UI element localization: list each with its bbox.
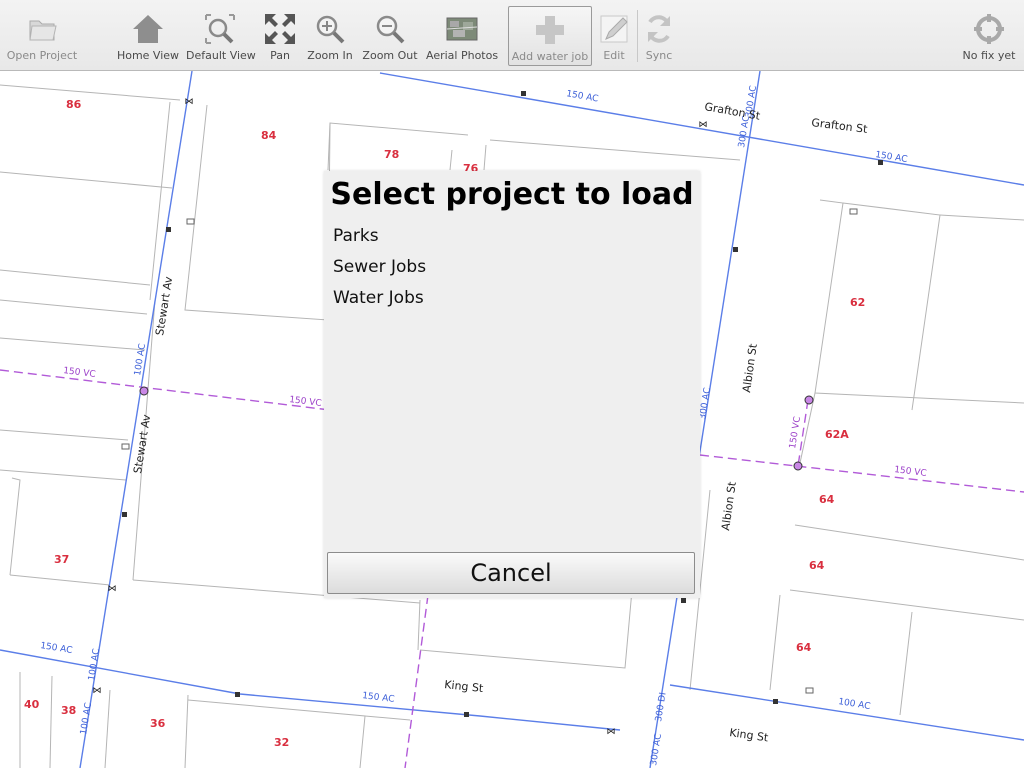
bowtie-marker: ⋈	[93, 686, 102, 696]
lot-number: 36	[150, 717, 166, 730]
cancel-button[interactable]: Cancel	[327, 552, 695, 594]
valve-marker	[122, 512, 127, 517]
bowtie-marker: ⋈	[607, 727, 616, 737]
lot-number: 32	[274, 736, 289, 749]
pan-label: Pan	[270, 49, 290, 62]
pipe-label: 150 AC	[565, 89, 599, 104]
gps-status-label: No fix yet	[962, 49, 1016, 62]
valve-marker	[166, 227, 171, 232]
bowtie-marker: ⋈	[699, 120, 708, 130]
pan-button[interactable]: Pan	[258, 6, 302, 66]
lot-number: 78	[384, 148, 399, 161]
aerial-photos-label: Aerial Photos	[426, 49, 499, 62]
open-project-label: Open Project	[6, 49, 78, 62]
lot-number: 38	[61, 704, 76, 717]
toolbar-separator	[637, 10, 638, 62]
pipe-label: 300 AC	[698, 387, 713, 420]
valve-marker	[681, 598, 686, 603]
sync-label: Sync	[645, 49, 673, 62]
pan-arrows-icon	[265, 14, 295, 44]
folder-icon	[29, 20, 57, 41]
lot-number: 84	[261, 129, 277, 142]
street-label: Albion St	[740, 342, 760, 393]
lot-number: 64	[796, 641, 812, 654]
hydrant-marker	[805, 687, 814, 694]
add-water-job-button[interactable]: Add water job	[508, 6, 592, 66]
pipe-label: 150 AC	[40, 641, 73, 656]
pipe-label: 100 AC	[79, 702, 94, 735]
pencil-icon	[600, 15, 628, 43]
edit-button[interactable]: Edit	[596, 6, 632, 66]
home-view-button[interactable]: Home View	[116, 6, 180, 66]
valve-marker	[521, 91, 526, 96]
pipe-label: 100 AC	[87, 648, 102, 681]
valve-marker	[235, 692, 240, 697]
default-view-icon	[205, 14, 235, 44]
bowtie-marker: ⋈	[108, 584, 117, 594]
home-icon	[133, 15, 163, 43]
hydrant-marker	[121, 443, 130, 450]
hydrant-marker	[186, 218, 195, 225]
sync-icon	[648, 15, 670, 43]
manhole-marker	[804, 395, 814, 405]
edit-label: Edit	[603, 49, 625, 62]
street-label: King St	[444, 678, 485, 695]
zoom-in-icon	[316, 15, 345, 44]
pipe-label: 150 AC	[362, 691, 395, 705]
valve-marker	[464, 712, 469, 717]
open-project-button[interactable]: Open Project	[4, 6, 80, 66]
zoom-out-label: Zoom Out	[362, 49, 418, 62]
pipe-label: 150 VC	[289, 395, 322, 409]
street-label: King St	[729, 726, 770, 744]
manhole-marker	[793, 461, 803, 471]
pipe-label: 150 VC	[63, 366, 96, 380]
default-view-label: Default View	[186, 49, 256, 62]
project-item-water-jobs[interactable]: Water Jobs	[333, 288, 424, 308]
dialog-title: Select project to load	[330, 177, 694, 212]
lot-number: 64	[819, 493, 835, 506]
lot-number: 64	[809, 559, 825, 572]
aerial-photos-button[interactable]: Aerial Photos	[426, 6, 498, 66]
lot-number: 86	[66, 98, 82, 111]
zoom-in-button[interactable]: Zoom In	[306, 6, 354, 66]
sync-button[interactable]: Sync	[640, 6, 678, 66]
gps-status-button[interactable]: No fix yet	[958, 6, 1020, 66]
project-item-parks[interactable]: Parks	[333, 226, 379, 246]
pipe-label: 100 AC	[838, 697, 871, 712]
zoom-out-icon	[376, 15, 405, 44]
lot-number: 37	[54, 553, 69, 566]
default-view-button[interactable]: Default View	[186, 6, 256, 66]
lot-number: 62A	[825, 428, 849, 441]
manhole-marker	[139, 386, 149, 396]
hydrant-marker	[849, 208, 858, 215]
valve-marker	[733, 247, 738, 252]
project-item-sewer-jobs[interactable]: Sewer Jobs	[333, 257, 426, 277]
aerial-photo-icon	[446, 17, 478, 41]
street-label: Stewart Av	[153, 275, 175, 336]
lot-number: 62	[850, 296, 865, 309]
pipe-label: 300 DI	[654, 692, 669, 723]
home-view-label: Home View	[116, 49, 180, 62]
gps-target-icon	[974, 14, 1004, 44]
street-label: Albion St	[719, 480, 739, 531]
bowtie-marker: ⋈	[185, 97, 194, 107]
plus-icon	[536, 16, 564, 44]
valve-marker	[773, 699, 778, 704]
add-water-job-label: Add water job	[511, 50, 589, 63]
zoom-in-label: Zoom In	[307, 49, 353, 62]
street-label: Grafton St	[811, 116, 869, 136]
street-label: Stewart Av	[131, 413, 153, 474]
pipe-label: 300 AC	[649, 733, 664, 766]
pipe-label: 150 VC	[894, 465, 927, 479]
select-project-dialog: Select project to load Parks Sewer Jobs …	[324, 171, 700, 598]
zoom-out-button[interactable]: Zoom Out	[362, 6, 418, 66]
lot-number: 40	[24, 698, 40, 711]
toolbar: Open Project Home View Default View Pan	[0, 0, 1024, 71]
